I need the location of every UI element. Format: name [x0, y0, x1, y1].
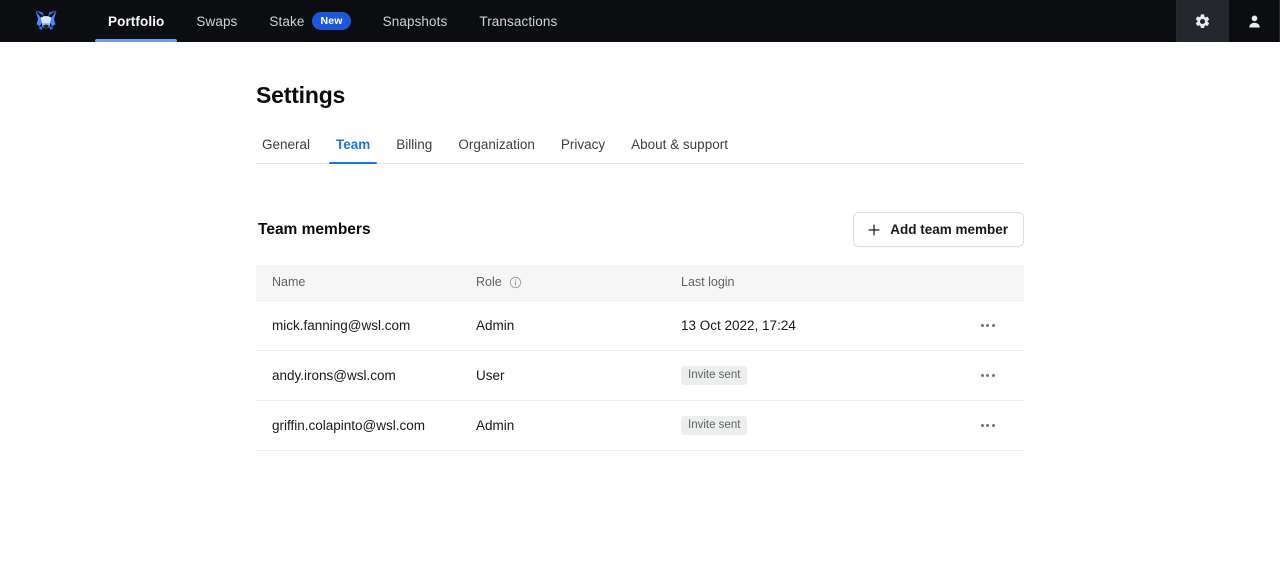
account-button[interactable] — [1228, 0, 1280, 42]
column-header-actions — [951, 265, 1024, 301]
cell-actions — [951, 400, 1024, 451]
cell-role: Admin — [476, 300, 681, 351]
column-header-name: Name — [256, 265, 476, 301]
tab-label: Team — [336, 137, 371, 152]
team-members-table: Name Role Last login mick.fanning@wsl.co… — [256, 265, 1024, 451]
nav-actions — [1176, 0, 1280, 42]
nav-item-label: Transactions — [479, 13, 558, 29]
nav-item-transactions[interactable]: Transactions — [463, 0, 573, 42]
nav-item-stake[interactable]: Stake New — [253, 0, 366, 42]
row-overflow-menu-icon[interactable] — [951, 401, 1024, 450]
column-label: Role — [476, 275, 502, 289]
tab-general[interactable]: General — [256, 137, 323, 163]
table-header-row: Name Role Last login — [256, 265, 1024, 301]
cell-name: mick.fanning@wsl.com — [256, 300, 476, 351]
invite-sent-badge: Invite sent — [681, 416, 748, 436]
nav-item-swaps[interactable]: Swaps — [180, 0, 253, 42]
top-navigation-bar: Portfolio Swaps Stake New Snapshots Tran… — [0, 0, 1280, 42]
metamask-fox-logo — [35, 10, 57, 30]
page-content: Settings General Team Billing Organizati… — [0, 82, 1280, 451]
row-overflow-menu-icon[interactable] — [951, 351, 1024, 400]
tab-organization[interactable]: Organization — [445, 137, 548, 163]
cell-actions — [951, 350, 1024, 401]
team-members-header: Team members Add team member — [256, 212, 1024, 247]
tab-label: About & support — [631, 137, 728, 152]
table-row[interactable]: griffin.colapinto@wsl.com Admin Invite s… — [256, 400, 1024, 451]
nav-item-label: Swaps — [196, 13, 238, 29]
nav-item-label: Stake — [269, 13, 305, 29]
nav-item-label: Portfolio — [108, 13, 165, 29]
invite-sent-badge: Invite sent — [681, 366, 748, 386]
cell-last-login: Invite sent — [681, 350, 951, 401]
cell-name: andy.irons@wsl.com — [256, 350, 476, 401]
nav-item-snapshots[interactable]: Snapshots — [367, 0, 464, 42]
info-icon[interactable] — [509, 276, 522, 289]
tab-label: Privacy — [560, 137, 606, 152]
column-label: Name — [272, 275, 306, 289]
column-header-last-login: Last login — [681, 265, 951, 301]
tab-billing[interactable]: Billing — [383, 137, 445, 163]
tab-privacy[interactable]: Privacy — [548, 137, 618, 163]
cell-last-login: Invite sent — [681, 400, 951, 451]
row-overflow-menu-icon[interactable] — [951, 301, 1024, 350]
column-header-role: Role — [476, 265, 681, 301]
add-team-member-button[interactable]: Add team member — [853, 212, 1024, 247]
nav-item-portfolio[interactable]: Portfolio — [92, 0, 180, 42]
user-icon — [1248, 15, 1260, 27]
cell-name: griffin.colapinto@wsl.com — [256, 400, 476, 451]
plus-icon — [868, 223, 880, 236]
settings-button[interactable] — [1176, 0, 1228, 42]
table-row[interactable]: mick.fanning@wsl.com Admin 13 Oct 2022, … — [256, 300, 1024, 351]
tab-label: General — [262, 137, 311, 152]
table-header: Name Role Last login — [256, 265, 1024, 301]
cell-last-login: 13 Oct 2022, 17:24 — [681, 300, 951, 351]
page-title: Settings — [256, 82, 346, 108]
column-label: Last login — [681, 275, 735, 289]
table-row[interactable]: andy.irons@wsl.com User Invite sent — [256, 350, 1024, 401]
cell-role: User — [476, 350, 681, 401]
primary-nav-items: Portfolio Swaps Stake New Snapshots Tran… — [92, 0, 573, 42]
tab-team[interactable]: Team — [323, 137, 383, 164]
cell-actions — [951, 300, 1024, 351]
settings-tabs: General Team Billing Organization Privac… — [256, 137, 1024, 164]
new-badge: New — [312, 12, 351, 30]
brand-logo[interactable] — [0, 0, 92, 42]
tab-about-support[interactable]: About & support — [618, 137, 741, 163]
table-body: mick.fanning@wsl.com Admin 13 Oct 2022, … — [256, 300, 1024, 451]
cell-role: Admin — [476, 400, 681, 451]
section-title: Team members — [258, 220, 371, 238]
nav-item-label: Snapshots — [382, 13, 448, 29]
gear-icon — [1195, 13, 1210, 28]
tab-label: Billing — [396, 137, 433, 152]
tab-label: Organization — [458, 137, 535, 152]
add-team-member-label: Add team member — [890, 222, 1008, 237]
